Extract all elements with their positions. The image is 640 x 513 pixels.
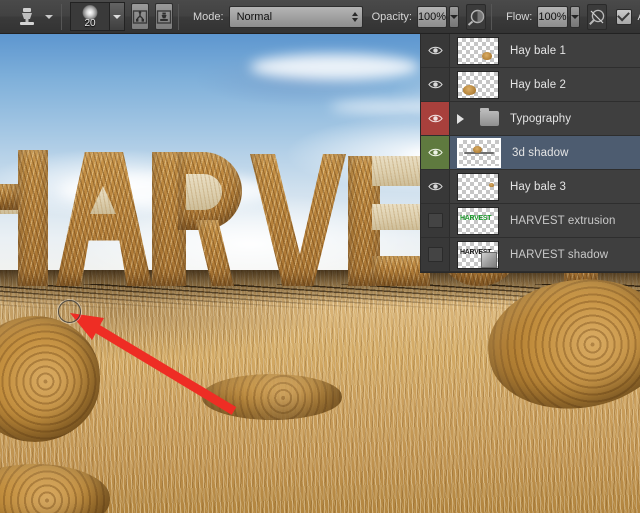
layers-panel[interactable]: Hay bale 1 Hay bale 2 Typography 3d shad… [420, 34, 640, 273]
3d-cube-icon [481, 251, 497, 268]
checkmark-icon [617, 8, 630, 22]
letter-V [250, 154, 346, 286]
blend-mode-select[interactable]: Normal [228, 5, 363, 28]
letter-R-leg [196, 220, 234, 286]
layer-thumbnail[interactable] [457, 70, 499, 99]
airbrush-icon[interactable] [586, 3, 607, 30]
layer-visibility-toggle[interactable] [421, 238, 450, 271]
folder-icon [480, 108, 499, 126]
mode-label: Mode: [193, 10, 224, 23]
opacity-label: Opacity: [371, 10, 412, 23]
blend-mode-value: Normal [236, 10, 273, 23]
pressure-opacity-icon[interactable] [466, 3, 487, 30]
thumb-bale-shape [482, 51, 492, 60]
layer-row-hay-bale-3[interactable]: Hay bale 3 [421, 170, 640, 204]
brush-size-value: 20 [84, 18, 96, 29]
brush-cursor-circle-icon [58, 300, 81, 323]
clone-source-panel-icon[interactable] [155, 3, 173, 30]
thumb-bale-shape [489, 182, 494, 187]
triangle-right-icon[interactable] [457, 113, 464, 124]
thumb-text-harvest: HARVEST [460, 214, 492, 222]
hay-bale-mid [202, 374, 342, 420]
layer-row-hay-bale-2[interactable]: Hay bale 2 [421, 68, 640, 102]
layer-visibility-toggle[interactable] [421, 34, 450, 67]
flow-input[interactable]: 100% [537, 5, 568, 28]
brush-preset-picker[interactable]: 20 [70, 2, 125, 31]
letter-H-stem [18, 150, 48, 286]
layer-thumbnail[interactable] [457, 172, 499, 201]
opacity-slider-chevron-down-icon[interactable] [449, 5, 460, 28]
layer-name[interactable]: 3d shadow [512, 147, 569, 159]
flow-value: 100% [538, 10, 567, 23]
letter-H-bar [0, 184, 18, 210]
aligned-checkbox-group[interactable]: Aligned [615, 8, 640, 25]
divider-3 [491, 3, 493, 30]
clone-stamp-icon[interactable] [12, 4, 42, 30]
chevron-down-glyph [351, 17, 358, 22]
layer-row-hay-bale-1[interactable]: Hay bale 1 [421, 34, 640, 68]
layer-thumbnail[interactable]: HARVEST [457, 240, 499, 269]
divider-2 [178, 3, 179, 30]
layer-name[interactable]: Hay bale 2 [510, 79, 566, 91]
eye-icon [427, 80, 443, 89]
flow-label: Flow: [506, 10, 533, 23]
eye-icon [427, 114, 443, 123]
flow-slider-chevron-down-icon[interactable] [569, 5, 580, 28]
layer-name[interactable]: HARVEST extrusion [510, 215, 615, 227]
layer-visibility-toggle[interactable] [421, 102, 450, 135]
layer-visibility-toggle[interactable] [421, 68, 450, 101]
letter-E-arm-mid [372, 204, 420, 230]
eye-icon [427, 213, 443, 228]
photoshop-window: 20 Mode: Normal Opacity: 100% Flow: 100%… [0, 0, 640, 513]
layer-name[interactable]: Typography [510, 113, 571, 125]
eye-icon [427, 46, 443, 55]
letter-R-counter [186, 174, 222, 210]
layer-name[interactable]: HARVEST shadow [510, 249, 608, 261]
chevron-down-glyph [113, 14, 121, 19]
opacity-input[interactable]: 100% [416, 5, 448, 28]
eye-icon [427, 182, 443, 191]
layer-thumbnail[interactable] [457, 137, 501, 168]
chevron-down-glyph [45, 14, 53, 19]
layer-visibility-toggle[interactable] [421, 204, 450, 237]
layer-visibility-toggle[interactable] [421, 170, 450, 203]
eye-icon [427, 148, 443, 157]
eye-icon [427, 247, 443, 262]
divider-1 [61, 3, 62, 30]
layer-thumbnail[interactable]: HARVEST [457, 206, 499, 235]
opacity-value: 100% [417, 10, 447, 23]
layer-name[interactable]: Hay bale 1 [510, 45, 566, 57]
chevron-up-glyph [351, 11, 358, 16]
layer-row-harvest-shadow[interactable]: HARVEST HARVEST shadow [421, 238, 640, 272]
thumb-bale-shape [463, 84, 476, 95]
brush-picker-chevron-down-icon[interactable] [109, 3, 124, 30]
chevron-down-glyph [570, 14, 579, 19]
current-tool-well[interactable] [12, 4, 56, 30]
tool-preset-chevron-down-icon[interactable] [42, 4, 56, 30]
aligned-checkbox[interactable] [615, 8, 632, 25]
brush-preview[interactable]: 20 [71, 3, 109, 30]
bale-roll-texture [202, 374, 342, 420]
layer-row-typography-group[interactable]: Typography [421, 102, 640, 136]
blend-mode-stepper-icon[interactable] [345, 11, 358, 22]
tool-options-bar: 20 Mode: Normal Opacity: 100% Flow: 100% [0, 0, 640, 34]
layer-row-harvest-extrusion[interactable]: HARVEST HARVEST extrusion [421, 204, 640, 238]
layer-row-3d-shadow[interactable]: 3d shadow [421, 136, 640, 170]
layer-visibility-toggle[interactable] [421, 136, 450, 169]
brush-panel-icon[interactable] [131, 3, 149, 30]
letter-A [56, 152, 152, 286]
thumb-bale-shape [473, 145, 482, 153]
layer-name[interactable]: Hay bale 3 [510, 181, 566, 193]
chevron-down-glyph [450, 14, 459, 19]
layer-thumbnail[interactable] [457, 36, 499, 65]
